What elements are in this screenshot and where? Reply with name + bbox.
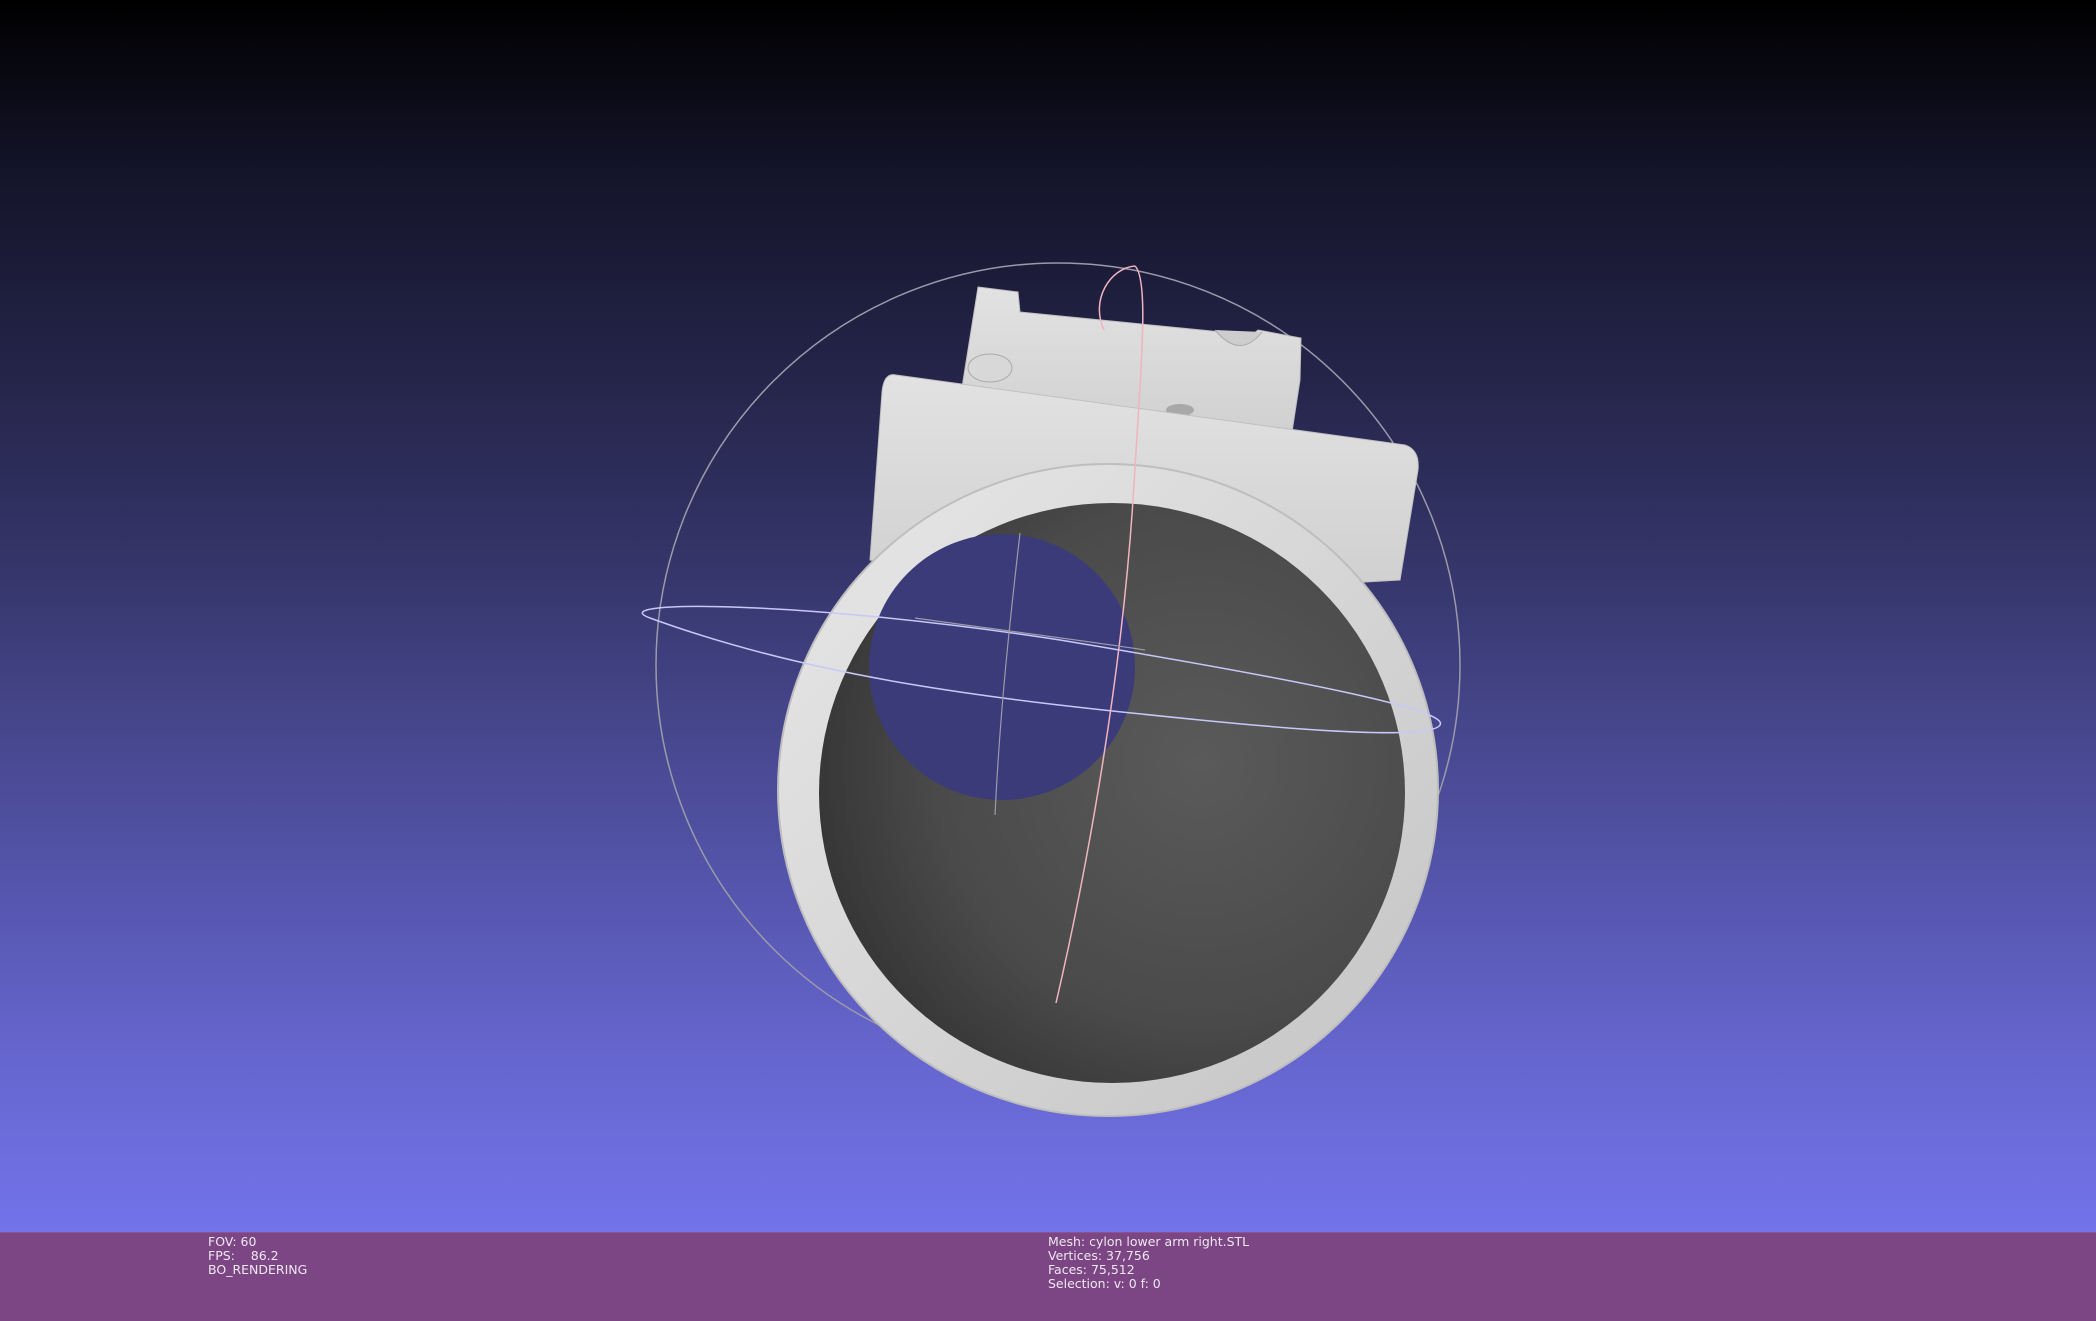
mesh-info: Mesh: cylon lower arm right.STL Vertices…	[1048, 1235, 1249, 1291]
viewport-canvas[interactable]	[0, 0, 2096, 1232]
render-info: FOV: 60 FPS: 86.2 BO_RENDERING	[208, 1235, 307, 1277]
mesh-name-label: Mesh: cylon lower arm right.STL	[1048, 1234, 1250, 1249]
vertices-label: Vertices: 37,756	[1048, 1248, 1150, 1263]
fps-label: FPS: 86.2	[208, 1248, 279, 1263]
3d-viewport[interactable]	[0, 0, 2096, 1232]
selection-label: Selection: v: 0 f: 0	[1048, 1276, 1161, 1291]
fov-label: FOV: 60	[208, 1234, 257, 1249]
mesh-upper-boss	[967, 353, 1013, 383]
mesh-model[interactable]	[777, 286, 1439, 1117]
faces-label: Faces: 75,512	[1048, 1262, 1135, 1277]
render-mode-label: BO_RENDERING	[208, 1262, 308, 1277]
mesh-through-hole	[869, 534, 1135, 800]
